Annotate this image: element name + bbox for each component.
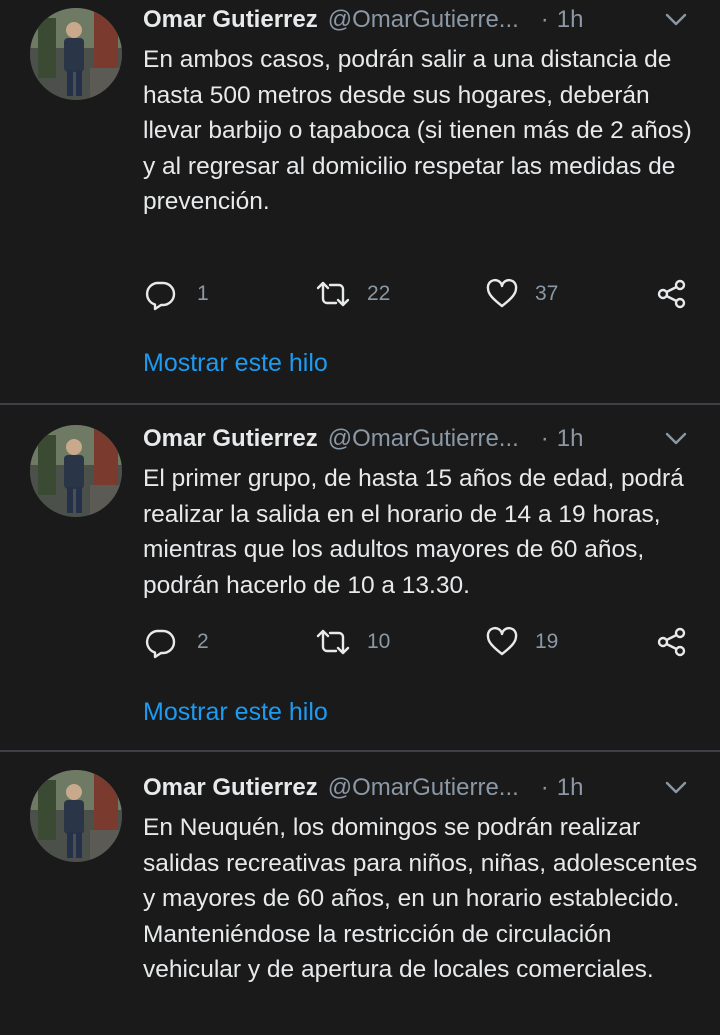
- retweet-icon: [315, 625, 351, 659]
- divider: [0, 403, 720, 405]
- share-icon: [655, 277, 689, 311]
- author-handle[interactable]: @OmarGutierre...: [328, 774, 519, 802]
- avatar-photo: [30, 425, 122, 517]
- avatar[interactable]: [30, 8, 122, 100]
- reply-icon: [143, 625, 177, 659]
- heart-icon: [485, 277, 519, 311]
- retweet-count: 22: [367, 282, 391, 305]
- reply-count: 2: [197, 630, 209, 653]
- tweet[interactable]: Omar Gutierrez @OmarGutierre... · 1h El …: [0, 421, 720, 751]
- tweet-header: Omar Gutierrez @OmarGutierre... · 1h: [143, 770, 693, 806]
- reply-count: 1: [197, 282, 209, 305]
- avatar-photo: [30, 770, 122, 862]
- author-handle[interactable]: @OmarGutierre...: [328, 6, 519, 34]
- timestamp[interactable]: 1h: [557, 6, 584, 34]
- avatar[interactable]: [30, 770, 122, 862]
- retweet-count: 10: [367, 630, 391, 653]
- separator-dot: ·: [540, 425, 549, 452]
- share-button[interactable]: [655, 276, 689, 312]
- tweet-text: En Neuquén, los domingos se podrán reali…: [143, 814, 698, 984]
- tweet-actions: 1 22 37: [143, 276, 703, 312]
- author-name[interactable]: Omar Gutierrez: [143, 425, 318, 453]
- timestamp[interactable]: 1h: [557, 425, 584, 453]
- reply-button[interactable]: 2: [143, 624, 209, 660]
- chevron-down-icon[interactable]: [663, 429, 689, 449]
- chevron-down-icon[interactable]: [663, 10, 689, 30]
- retweet-button[interactable]: 10: [315, 624, 390, 660]
- avatar-photo: [30, 8, 122, 100]
- retweet-button[interactable]: 22: [315, 276, 390, 312]
- like-button[interactable]: 37: [485, 276, 558, 312]
- like-count: 37: [535, 282, 559, 305]
- tweet-text: En ambos casos, podrán salir a una dista…: [143, 46, 692, 216]
- avatar[interactable]: [30, 425, 122, 517]
- show-thread-link[interactable]: Mostrar este hilo: [143, 698, 328, 727]
- tweet-actions: 2 10 19: [143, 624, 703, 660]
- separator-dot: ·: [540, 774, 549, 801]
- retweet-icon: [315, 277, 351, 311]
- timestamp[interactable]: 1h: [557, 774, 584, 802]
- author-handle[interactable]: @OmarGutierre...: [328, 425, 519, 453]
- tweet-text: El primer grupo, de hasta 15 años de eda…: [143, 465, 684, 599]
- chevron-down-icon[interactable]: [663, 778, 689, 798]
- separator-dot: ·: [540, 6, 549, 33]
- tweet-header: Omar Gutierrez @OmarGutierre... · 1h: [143, 2, 693, 38]
- reply-button[interactable]: 1: [143, 276, 209, 312]
- tweet[interactable]: Omar Gutierrez @OmarGutierre... · 1h En …: [0, 2, 720, 402]
- author-name[interactable]: Omar Gutierrez: [143, 6, 318, 34]
- tweet[interactable]: Omar Gutierrez @OmarGutierre... · 1h En …: [0, 770, 720, 1035]
- divider: [0, 750, 720, 752]
- author-name[interactable]: Omar Gutierrez: [143, 774, 318, 802]
- heart-icon: [485, 625, 519, 659]
- share-icon: [655, 625, 689, 659]
- like-button[interactable]: 19: [485, 624, 558, 660]
- share-button[interactable]: [655, 624, 689, 660]
- like-count: 19: [535, 630, 559, 653]
- reply-icon: [143, 277, 177, 311]
- tweet-header: Omar Gutierrez @OmarGutierre... · 1h: [143, 421, 693, 457]
- show-thread-link[interactable]: Mostrar este hilo: [143, 349, 328, 378]
